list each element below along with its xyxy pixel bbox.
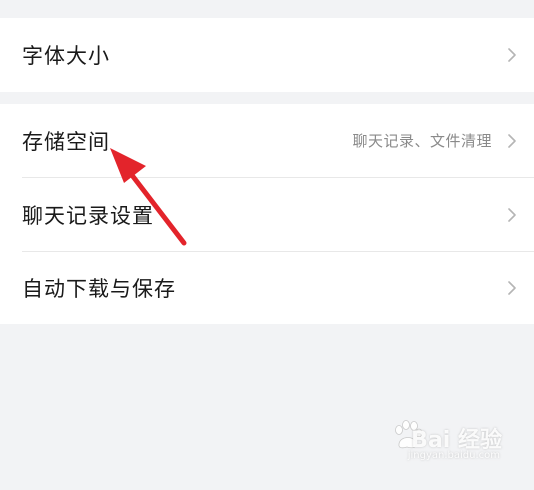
row-label: 存储空间 [22, 129, 110, 154]
settings-row-font-size[interactable]: 字体大小 [0, 18, 534, 91]
settings-group-display: 字体大小 [0, 18, 534, 92]
chevron-right-icon [508, 280, 516, 295]
settings-row-chat-history[interactable]: 聊天记录设置 [0, 178, 534, 251]
row-value: 聊天记录、文件清理 [352, 132, 492, 150]
row-label: 字体大小 [22, 43, 110, 68]
settings-row-auto-download[interactable]: 自动下载与保存 [0, 251, 534, 324]
row-label: 自动下载与保存 [22, 276, 176, 301]
chevron-right-icon [508, 133, 516, 148]
watermark-url: jingyan.baidu.com [407, 450, 500, 461]
chevron-right-icon [508, 207, 516, 222]
row-label: 聊天记录设置 [22, 203, 154, 228]
top-spacer [0, 0, 534, 8]
baidu-watermark: Bai 经验 jingyan.baidu.com [352, 418, 502, 468]
settings-group-storage: 存储空间 聊天记录、文件清理 聊天记录设置 自动下载与保存 [0, 104, 534, 324]
chevron-right-icon [508, 47, 516, 62]
settings-row-storage-space[interactable]: 存储空间 聊天记录、文件清理 [0, 104, 534, 177]
